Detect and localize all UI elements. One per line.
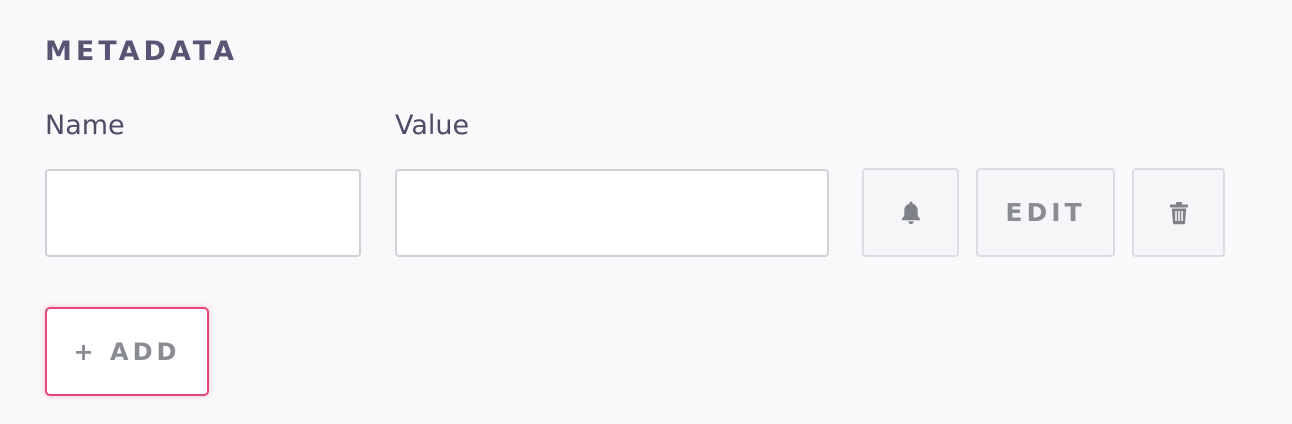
name-column-label: Name	[45, 110, 125, 141]
notify-button[interactable]	[862, 168, 959, 257]
value-column-label: Value	[395, 110, 470, 141]
metadata-name-input[interactable]	[45, 169, 361, 257]
edit-button-label: EDIT	[1005, 198, 1086, 227]
bell-icon	[900, 200, 922, 226]
delete-button[interactable]	[1132, 168, 1225, 257]
trash-icon	[1169, 201, 1189, 225]
edit-button[interactable]: EDIT	[976, 168, 1115, 257]
metadata-value-input[interactable]	[395, 169, 829, 257]
section-title: METADATA	[45, 36, 238, 67]
add-metadata-button[interactable]: + ADD	[45, 307, 209, 396]
add-button-label: + ADD	[73, 337, 181, 366]
